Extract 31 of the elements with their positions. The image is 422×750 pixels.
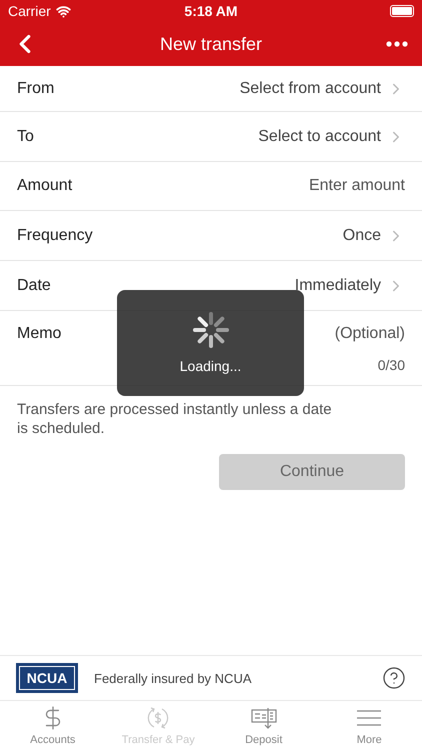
- row-value: Select from account: [240, 80, 381, 98]
- carrier-label: Carrier: [8, 3, 51, 19]
- picker-row[interactable]: To Select to account: [0, 112, 422, 162]
- row-label: To: [17, 128, 34, 146]
- row-value: Select to account: [258, 128, 381, 146]
- nav-title: New transfer: [160, 34, 262, 54]
- spinner-icon: [192, 312, 228, 348]
- character-counter: 0/30: [378, 357, 405, 373]
- picker-row[interactable]: Frequency Once: [0, 211, 422, 261]
- row-value: Immediately: [294, 276, 381, 294]
- row-label: From: [17, 80, 54, 98]
- picker-row[interactable]: From Select from account: [0, 66, 422, 112]
- status-time: 5:18 AM: [184, 3, 238, 19]
- tab-bar-item[interactable]: More: [316, 701, 422, 750]
- help-icon: [382, 666, 406, 690]
- row-label: Date: [17, 276, 51, 294]
- insurance-text: Federally insured by NCUA: [94, 670, 253, 686]
- row-value: Once: [342, 226, 381, 244]
- check-deposit-icon: [250, 705, 278, 731]
- tab-bar-item[interactable]: Deposit: [211, 701, 316, 750]
- row-label: Frequency: [17, 226, 93, 244]
- loading-text: Loading...: [180, 358, 242, 374]
- info-note: Transfers are processed instantly unless a date is scheduled.: [17, 400, 333, 438]
- row-label: Amount: [17, 177, 72, 195]
- row-label: Memo: [17, 325, 62, 343]
- tab-bar-item[interactable]: Accounts: [0, 701, 106, 750]
- battery-icon: [390, 5, 414, 17]
- ncua-logo: NCUA: [16, 663, 78, 693]
- wifi-icon: [56, 4, 71, 18]
- ellipsis-icon: [386, 41, 408, 47]
- help-button[interactable]: [382, 666, 406, 690]
